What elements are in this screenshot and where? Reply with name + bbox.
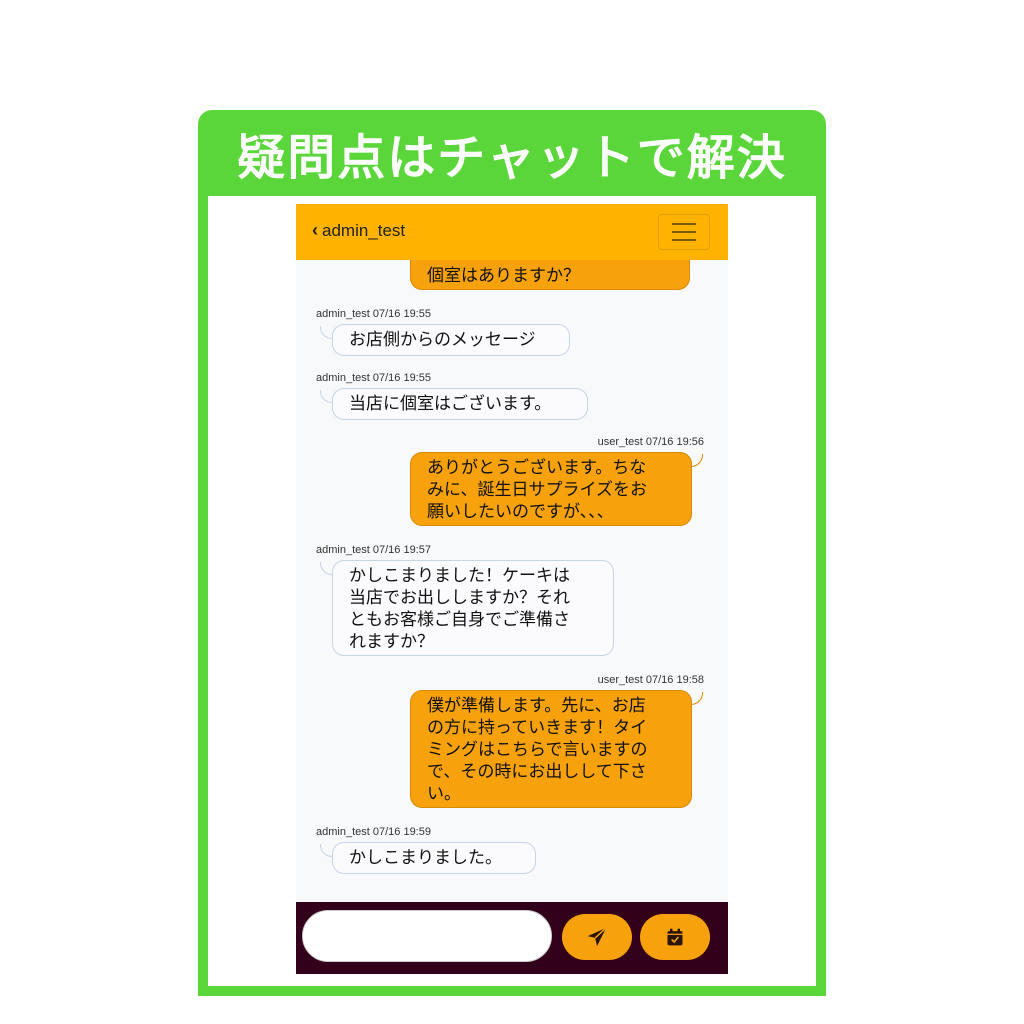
message-text-line: 僕が準備します。先に、お店 (427, 696, 646, 716)
message-text-line: ありがとうございます。ちな (427, 458, 647, 478)
hamburger-line (672, 239, 696, 241)
chat-header: ‹ admin_test (296, 204, 728, 260)
calendar-button[interactable] (640, 914, 710, 960)
message-text-line: で、その時にお出しして下さ (427, 762, 647, 782)
message-bubble-user: ありがとうございます。ちな みに、誕生日サプライズをお 願いしたいのですが、、、 (410, 452, 692, 526)
message-bubble-admin: かしこまりました！ケーキは 当店でお出ししますか？それ ともお客様ご自身でご準備… (332, 560, 614, 656)
message-bubble-admin: 当店に個室はございます。 (332, 388, 588, 420)
message-input[interactable] (302, 910, 552, 962)
message-list[interactable]: 個室はありますか？ admin_test 07/16 19:55 お店側からのメ… (296, 250, 728, 902)
back-button[interactable]: ‹ admin_test (312, 220, 405, 241)
menu-toggle-button[interactable] (658, 214, 710, 250)
message-text-line: かしこまりました！ケーキは (349, 566, 570, 586)
banner-title: 疑問点はチャットで解決 (237, 130, 787, 186)
chevron-left-icon: ‹ (312, 220, 318, 240)
message-text-line: みに、誕生日サプライズをお (427, 480, 647, 500)
hamburger-line (672, 223, 696, 225)
message-meta: user_test 07/16 19:58 (597, 674, 704, 686)
composer-bar (296, 902, 728, 974)
message-text: かしこまりました。 (349, 848, 502, 868)
message-text-line: ミングはこちらで言いますの (427, 740, 648, 760)
message-text: お店側からのメッセージ (349, 330, 536, 350)
message-text-line: 当店でお出ししますか？それ (349, 588, 570, 608)
message-bubble-admin: お店側からのメッセージ (332, 324, 570, 356)
calendar-check-icon (667, 928, 683, 946)
message-text-line: 願いしたいのですが、、、 (427, 502, 614, 522)
send-button[interactable] (562, 914, 632, 960)
chat-username: admin_test (322, 220, 406, 240)
message-bubble-user: 僕が準備します。先に、お店 の方に持っていきます！タイ ミングはこちらで言います… (410, 690, 692, 808)
message-meta: admin_test 07/16 19:59 (316, 826, 431, 838)
message-meta: user_test 07/16 19:56 (597, 436, 704, 448)
message-text-line: れますか？ (349, 632, 434, 652)
hamburger-line (672, 231, 696, 233)
message-text: 個室はありますか？ (427, 266, 580, 286)
chat-screen: 個室はありますか？ admin_test 07/16 19:55 お店側からのメ… (296, 204, 728, 974)
message-text-line: の方に持っていきます！タイ (427, 718, 648, 738)
message-meta: admin_test 07/16 19:55 (316, 308, 431, 320)
message-text-line: い。 (427, 784, 461, 804)
message-text-line: ともお客様ご自身でご準備さ (349, 610, 570, 630)
message-bubble-admin: かしこまりました。 (332, 842, 536, 874)
message-meta: admin_test 07/16 19:57 (316, 544, 431, 556)
message-text: 当店に個室はございます。 (349, 394, 552, 414)
message-meta: admin_test 07/16 19:55 (316, 372, 431, 384)
paper-plane-icon (587, 927, 607, 947)
